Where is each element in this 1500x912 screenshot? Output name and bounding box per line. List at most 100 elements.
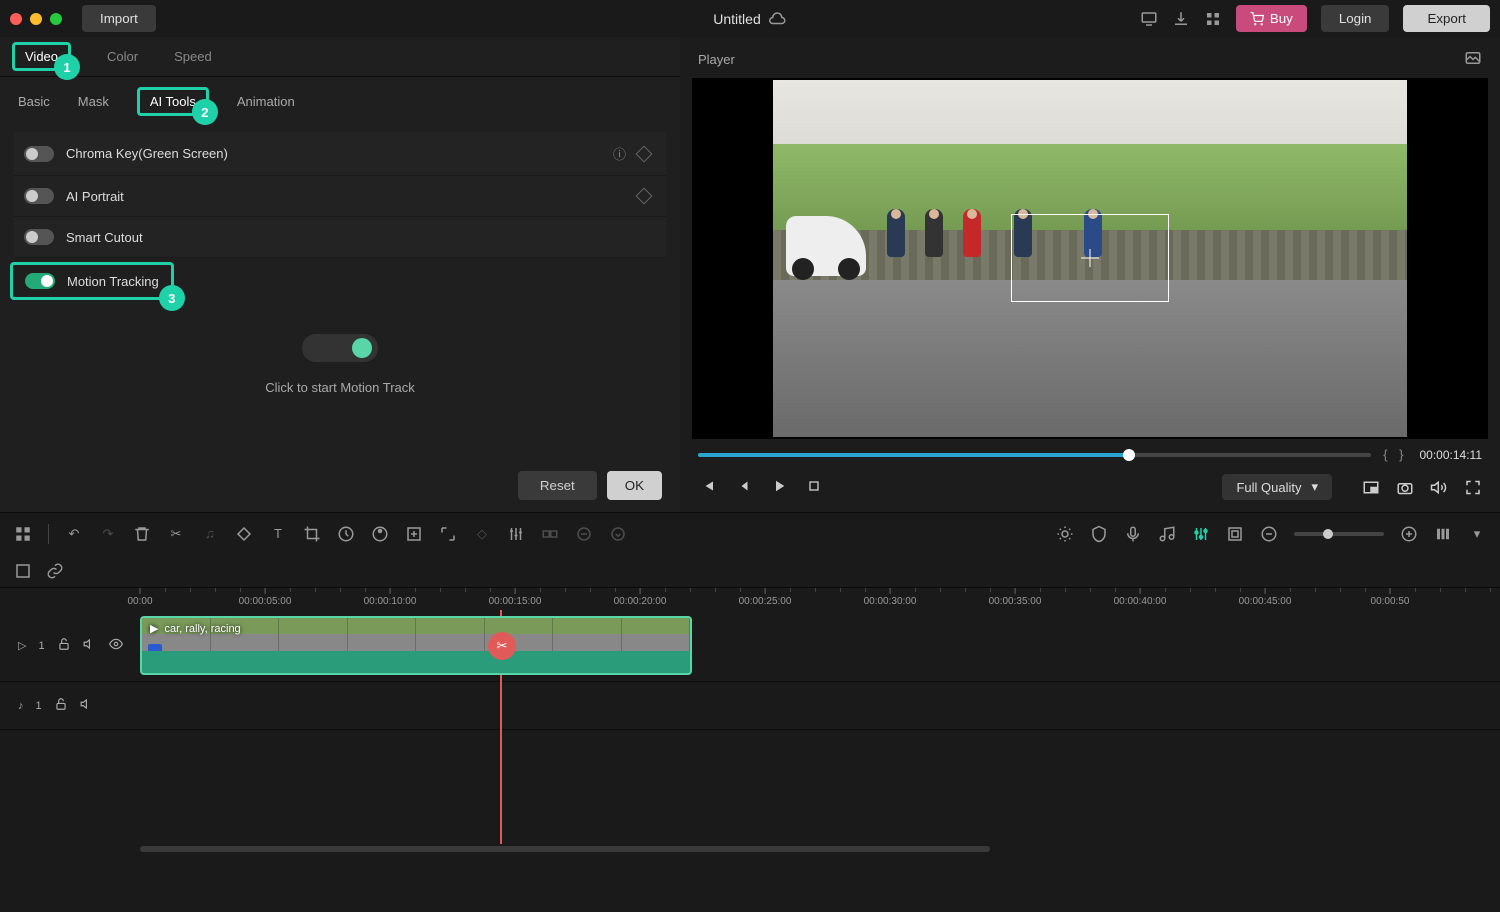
fit-icon[interactable] [1434, 525, 1452, 543]
split-marker[interactable]: ✂ [488, 632, 516, 660]
effects-icon[interactable] [1056, 525, 1074, 543]
chevron-down-icon: ▾ [1311, 479, 1318, 495]
ungroup-icon[interactable] [575, 525, 593, 543]
subtab-animation[interactable]: Animation [237, 94, 295, 109]
tab-color[interactable]: Color [107, 49, 138, 64]
motion-track-target[interactable] [1011, 214, 1169, 302]
timeline-select-icon[interactable] [14, 562, 32, 580]
lock-icon[interactable] [57, 637, 71, 654]
adjust-icon[interactable] [507, 525, 525, 543]
undo-icon[interactable]: ↶ [65, 525, 83, 543]
start-motion-track-toggle[interactable] [302, 334, 378, 362]
audio-detach-icon[interactable]: ♫ [201, 525, 219, 543]
color-icon[interactable] [371, 525, 389, 543]
ruler-tick: 00:00:35:00 [989, 588, 1042, 607]
zoom-slider[interactable] [1294, 532, 1384, 536]
visibility-icon[interactable] [109, 637, 123, 654]
video-frame [773, 80, 1407, 437]
mixer-icon[interactable] [1192, 525, 1210, 543]
pip-icon[interactable] [1362, 477, 1380, 498]
toggle-chroma[interactable] [24, 146, 54, 162]
timeline-scrollbar[interactable] [0, 844, 1500, 854]
cutout-label: Smart Cutout [66, 230, 656, 245]
dropdown-icon[interactable]: ▾ [1468, 525, 1486, 543]
music-icon[interactable] [1158, 525, 1176, 543]
delete-icon[interactable] [133, 525, 151, 543]
tab-video[interactable]: Video [25, 49, 58, 64]
window-close[interactable] [10, 13, 22, 25]
text-icon[interactable]: T [269, 525, 287, 543]
mute-icon[interactable] [83, 637, 97, 654]
info-icon[interactable]: ⓘ [613, 144, 626, 163]
more-icon[interactable] [609, 525, 627, 543]
audio-track: ♪ 1 [0, 682, 1500, 730]
speed-icon[interactable] [337, 525, 355, 543]
layout-icon[interactable] [14, 525, 32, 543]
keyframe-tool-icon[interactable]: ◇ [473, 525, 491, 543]
grid-icon[interactable] [1204, 10, 1222, 28]
expand-icon[interactable] [439, 525, 457, 543]
video-clip[interactable]: ▶ car, rally, racing ✂ [140, 616, 692, 675]
import-button[interactable]: Import [82, 5, 156, 32]
subtab-aitools[interactable]: AI Tools [150, 94, 196, 109]
toggle-motion-tracking[interactable] [25, 273, 55, 289]
ruler-tick: 00:00 [127, 588, 152, 607]
cart-icon [1250, 12, 1264, 26]
volume-icon[interactable] [1430, 477, 1448, 498]
playback-progress[interactable] [698, 453, 1371, 457]
redo-icon[interactable]: ↷ [99, 525, 117, 543]
video-track-icon: ▷ [18, 639, 26, 652]
annotation-badge-2: 2 [192, 99, 218, 125]
window-minimize[interactable] [30, 13, 42, 25]
snapshot-icon[interactable] [1464, 49, 1482, 70]
ok-button[interactable]: OK [607, 471, 662, 500]
tool-ai-portrait: AI Portrait [14, 176, 666, 217]
mic-icon[interactable] [1124, 525, 1142, 543]
buy-button[interactable]: Buy [1236, 5, 1307, 32]
keyframe-chroma[interactable] [636, 145, 653, 162]
audio-track-icon: ♪ [18, 700, 24, 712]
crop-icon[interactable] [303, 525, 321, 543]
tab-speed[interactable]: Speed [174, 49, 212, 64]
link-icon[interactable] [46, 562, 64, 580]
quality-label: Full Quality [1236, 480, 1301, 495]
shield-icon[interactable] [1090, 525, 1108, 543]
video-track-number: 1 [38, 640, 44, 652]
buy-label: Buy [1270, 11, 1293, 26]
toggle-portrait[interactable] [24, 188, 54, 204]
keyframe-portrait[interactable] [636, 188, 653, 205]
login-button[interactable]: Login [1321, 5, 1390, 32]
window-zoom[interactable] [50, 13, 62, 25]
camera-icon[interactable] [1396, 477, 1414, 498]
preview-viewer[interactable] [692, 78, 1488, 439]
step-back-icon[interactable] [734, 477, 752, 498]
audio-lock-icon[interactable] [54, 697, 68, 714]
subtab-mask[interactable]: Mask [78, 94, 109, 109]
tool-smart-cutout: Smart Cutout [14, 217, 666, 258]
reset-button[interactable]: Reset [518, 471, 597, 500]
play-icon[interactable] [770, 477, 788, 498]
fullscreen-icon[interactable] [1464, 477, 1482, 498]
audio-mute-icon[interactable] [80, 697, 94, 714]
video-track: ▷ 1 ▶ car, rally, racing ✂ [0, 610, 1500, 682]
zoom-out-icon[interactable] [1260, 525, 1278, 543]
quality-selector[interactable]: Full Quality ▾ [1222, 474, 1332, 500]
cloud-sync-icon[interactable] [769, 10, 787, 28]
marker-icon[interactable] [1226, 525, 1244, 543]
cut-icon[interactable]: ✂ [167, 525, 185, 543]
group-icon[interactable] [541, 525, 559, 543]
export-button[interactable]: Export [1403, 5, 1490, 32]
tag-icon[interactable] [235, 525, 253, 543]
toggle-cutout[interactable] [24, 229, 54, 245]
subtab-basic[interactable]: Basic [18, 94, 50, 109]
prev-frame-icon[interactable] [698, 477, 716, 498]
audio-track-number: 1 [36, 700, 42, 712]
download-icon[interactable] [1172, 10, 1190, 28]
range-brackets[interactable]: { } [1383, 447, 1407, 462]
export-frame-icon[interactable] [405, 525, 423, 543]
ruler-tick: 00:00:10:00 [364, 588, 417, 607]
portrait-label: AI Portrait [66, 189, 626, 204]
display-icon[interactable] [1140, 10, 1158, 28]
zoom-in-icon[interactable] [1400, 525, 1418, 543]
stop-icon[interactable] [806, 478, 822, 497]
